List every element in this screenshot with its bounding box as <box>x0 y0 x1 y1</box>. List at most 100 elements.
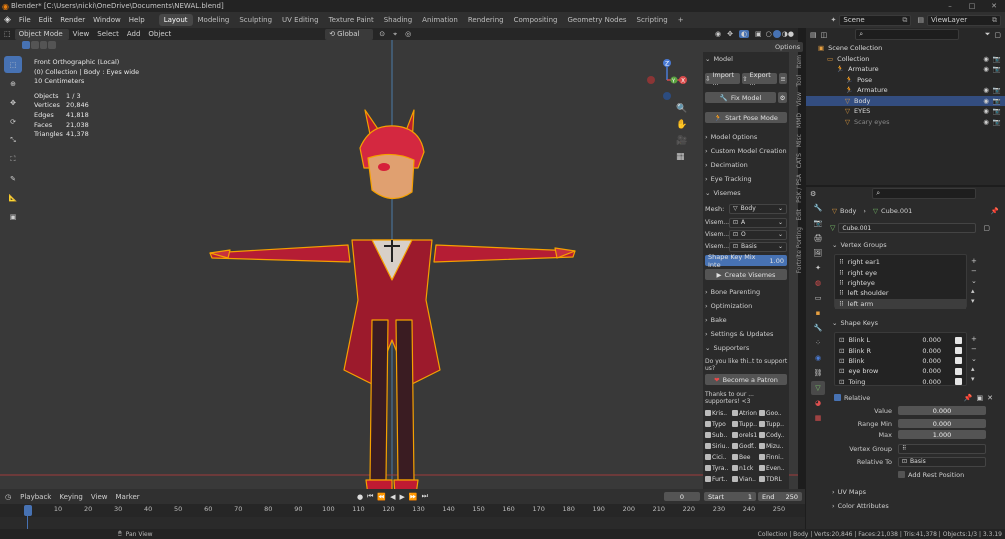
modifier-tab-icon[interactable]: 🔧 <box>811 321 825 335</box>
outliner-row[interactable]: ▣ Scene Collection <box>806 43 1005 54</box>
tab-animation[interactable]: Animation <box>417 14 463 26</box>
next-key-icon[interactable]: ⏩ <box>409 493 418 501</box>
tab-texture-paint[interactable]: Texture Paint <box>324 14 379 26</box>
chevron-down-icon[interactable]: ⌄ <box>971 276 977 286</box>
outliner-row[interactable]: ▭ Collection ◉ 📷 <box>806 54 1005 65</box>
particles-tab-icon[interactable]: ⁘ <box>811 336 825 350</box>
properties-editor-icon[interactable]: ⚙ <box>810 190 816 198</box>
keying-menu[interactable]: Keying <box>55 493 87 501</box>
select-invert-icon[interactable] <box>48 40 56 49</box>
menu-window[interactable]: Window <box>89 16 125 24</box>
add-cube-tool-icon[interactable]: ▣ <box>4 208 22 225</box>
world-tab-icon[interactable]: ◍ <box>811 276 825 290</box>
shape-key-row[interactable]: ⊡ Toing 0.000 <box>835 377 966 387</box>
render-camera-icon[interactable]: 📷 <box>993 65 1001 73</box>
visibility-eye-icon[interactable]: ◉ <box>983 55 989 63</box>
new-collection-icon[interactable]: ▢ <box>994 31 1001 39</box>
select-menu[interactable]: Select <box>93 30 123 38</box>
menu-edit[interactable]: Edit <box>35 16 57 24</box>
snap-icon[interactable]: ⌖ <box>393 30 397 39</box>
viseme-dropdown[interactable]: ⊡ Basis ⌄ <box>729 241 787 252</box>
render-camera-icon[interactable]: 📷 <box>993 118 1001 126</box>
transform-orientation[interactable]: ⟲ Global <box>325 28 374 40</box>
collection-tab-icon[interactable]: ▭ <box>811 291 825 305</box>
pin-icon[interactable]: 📌 <box>991 207 999 215</box>
start-frame-field[interactable]: Start 1 <box>704 492 756 501</box>
navigation-gizmo[interactable]: Z X Y <box>646 58 690 106</box>
section-decimation[interactable]: › Decimation <box>703 158 789 172</box>
add-icon[interactable]: + <box>971 334 977 344</box>
jump-start-icon[interactable]: ⏮ <box>367 492 373 501</box>
shape-key-checkbox[interactable] <box>955 336 962 344</box>
outliner-row[interactable]: ▽ Scary eyes ◉ 📷 <box>806 117 1005 128</box>
timeline-view-menu[interactable]: View <box>87 493 112 501</box>
shape-key-row[interactable]: ⊡ Blink L 0.000 <box>835 335 966 345</box>
output-tab-icon[interactable]: 🖨 <box>811 231 825 245</box>
shape-key-row[interactable]: ⊡ Blink R 0.000 <box>835 345 966 355</box>
shape-key-row[interactable]: ⊡ eye brow 0.000 <box>835 366 966 376</box>
proportional-edit-icon[interactable]: ◎ <box>405 30 411 38</box>
import-button[interactable]: ⇩ Import ... <box>705 71 741 87</box>
vertex-group-list[interactable]: ⠿ right ear1 ⠿ right eye ⠿ righteye ⠿ left shou… <box>834 254 967 309</box>
vertex-group-row[interactable]: ⠿ left shoulder <box>835 288 966 298</box>
max-field[interactable]: 1.000 <box>898 430 986 439</box>
tab-geometry-nodes[interactable]: Geometry Nodes <box>563 14 632 26</box>
visibility-eye-icon[interactable]: ◉ <box>983 65 989 73</box>
outliner-row[interactable]: ▽ Body ◉ 📷 <box>806 95 1005 106</box>
vertex-group-row[interactable]: ⠿ right ear1 <box>835 257 966 267</box>
constraints-tab-icon[interactable]: ⛓ <box>811 366 825 380</box>
supporters-section-header[interactable]: ⌄ Supporters <box>703 341 789 355</box>
move-up-icon[interactable]: ▴ <box>971 364 977 374</box>
visibility-icon[interactable]: ◉ <box>715 30 721 38</box>
texture-tab-icon[interactable]: ▦ <box>811 411 825 425</box>
gizmo-toggle-icon[interactable]: ✥ <box>727 30 733 38</box>
add-menu[interactable]: Add <box>123 30 145 38</box>
color-attributes-header[interactable]: › Color Attributes <box>806 499 1005 513</box>
play-icon[interactable]: ▶ <box>400 493 405 501</box>
render-tab-icon[interactable]: 📷 <box>811 216 825 230</box>
timeline-editor-icon[interactable]: ◷ <box>0 493 16 501</box>
view-layer-tab-icon[interactable]: 🖼 <box>811 246 825 260</box>
tool-tab-icon[interactable]: 🔧 <box>811 201 825 215</box>
timeline-ruler[interactable]: 0102030405060708090100110120130140150160… <box>0 504 805 517</box>
relative-to-field[interactable]: ⊡ Basis <box>898 456 986 467</box>
marker-menu[interactable]: Marker <box>111 493 143 501</box>
clear-icon[interactable]: ✕ <box>987 394 993 402</box>
record-icon[interactable]: ● <box>357 493 363 501</box>
model-section-header[interactable]: ⌄ Model <box>703 52 789 66</box>
sidebar-tab-view[interactable]: View <box>796 89 806 109</box>
become-patron-button[interactable]: ❤ Become a Patron <box>705 374 787 385</box>
visibility-eye-icon[interactable]: ◉ <box>983 86 989 94</box>
chevron-down-icon[interactable]: ⌄ <box>971 354 977 364</box>
section-eye-tracking[interactable]: › Eye Tracking <box>703 172 789 186</box>
remove-icon[interactable]: − <box>971 344 977 354</box>
sidebar-tab-edit[interactable]: Edit <box>796 206 806 224</box>
vertex-groups-header[interactable]: ⌄ Vertex Groups <box>806 238 1005 252</box>
relative-checkbox[interactable] <box>834 394 841 401</box>
play-reverse-icon[interactable]: ◀ <box>390 493 395 501</box>
scene-selector[interactable]: Scene ⧉ <box>839 14 912 26</box>
section-optimization[interactable]: › Optimization <box>703 299 789 313</box>
shading-rendered-icon[interactable]: ● <box>788 30 794 38</box>
maximize-button[interactable]: □ <box>961 2 983 10</box>
uv-maps-header[interactable]: › UV Maps <box>806 485 1005 499</box>
shading-solid-icon[interactable] <box>772 30 781 38</box>
shape-keys-header[interactable]: ⌄ Shape Keys <box>806 316 1005 330</box>
outliner-row[interactable]: 🏃 Armature ◉ 📷 <box>806 64 1005 75</box>
section-bone-parenting[interactable]: › Bone Parenting <box>703 285 789 299</box>
vertex-group-row[interactable]: ⠿ righteye <box>835 278 966 288</box>
vertex-group-field[interactable]: ⠿ <box>898 443 986 454</box>
move-tool-icon[interactable]: ✥ <box>4 94 22 111</box>
section-custom-model-creation[interactable]: › Custom Model Creation <box>703 144 789 158</box>
menu-file[interactable]: File <box>15 16 35 24</box>
object-menu[interactable]: Object <box>144 30 175 38</box>
start-pose-mode-button[interactable]: 🏃 Start Pose Mode <box>705 112 787 123</box>
display-mode-icon[interactable]: ◫ <box>821 31 828 39</box>
pin-shape-icon[interactable]: 📌 <box>964 394 973 402</box>
viseme-dropdown[interactable]: ⊡ O ⌄ <box>729 229 787 240</box>
shape-key-checkbox[interactable] <box>955 347 962 355</box>
view-layer-selector[interactable]: ViewLayer ⧉ <box>927 14 1001 26</box>
render-camera-icon[interactable]: 📷 <box>993 55 1001 63</box>
mesh-dropdown[interactable]: ▽ Body ⌄ <box>729 203 787 214</box>
add-rest-checkbox[interactable] <box>898 471 905 478</box>
